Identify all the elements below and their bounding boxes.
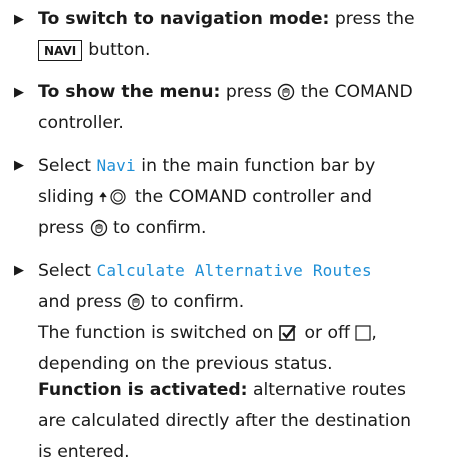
function-activated-note: Function is activated: alternative route… [38, 375, 462, 468]
menu-item-navi: Navi [96, 156, 136, 175]
bullet-arrow-icon: ▶ [14, 263, 24, 278]
step-heading: To show the menu: [38, 82, 221, 102]
navi-key: NAVI [38, 39, 83, 61]
note-heading: Function is activated: [38, 380, 248, 400]
step-text: or off [304, 323, 350, 343]
step-text: Select [38, 261, 97, 281]
step-text: the COMAND controller and [134, 187, 373, 207]
step-show-menu: ▶ To show the menu: press the COMAND con… [14, 77, 462, 139]
press-controller-icon [128, 293, 145, 311]
checkbox-checked-icon [279, 325, 296, 341]
checkbox-unchecked-icon [355, 325, 371, 341]
slide-up-controller-icon [99, 189, 127, 205]
menu-item-calculate-alternative-routes: Calculate Alternative Routes [96, 261, 372, 280]
bullet-arrow-icon: ▶ [14, 12, 24, 27]
note-text: alternative routes [247, 380, 406, 400]
step-text: and press [38, 292, 122, 312]
step-text: press [220, 82, 272, 102]
press-controller-icon [278, 83, 295, 101]
step-text: to confirm. [150, 292, 245, 312]
step-text: the COMAND [300, 82, 413, 102]
step-text: press [38, 218, 85, 238]
press-controller-icon [90, 219, 107, 237]
bullet-arrow-icon: ▶ [14, 158, 24, 173]
bullet-arrow-icon: ▶ [14, 85, 24, 100]
step-text: to confirm. [113, 218, 207, 238]
step-text: in the main function bar by [135, 156, 376, 176]
note-text: is entered. [38, 442, 130, 462]
step-text: press the [329, 9, 415, 29]
step-heading: To switch to navigation mode: [38, 9, 330, 29]
step-text: controller. [38, 113, 124, 133]
step-text: sliding [38, 187, 94, 207]
step-text: depending on the previous status. [38, 354, 333, 374]
step-text: , [371, 323, 377, 343]
note-text: are calculated directly after the destin… [38, 411, 411, 431]
step-text: Select [38, 156, 97, 176]
step-switch-navigation: ▶ To switch to navigation mode: press th… [14, 4, 462, 66]
step-text: button. [88, 40, 151, 60]
step-text: The function is switched on [38, 323, 274, 343]
step-select-alternative-routes: ▶ Select Calculate Alternative Routes an… [14, 255, 462, 380]
step-select-navi: ▶ Select Navi in the main function bar b… [14, 150, 462, 244]
